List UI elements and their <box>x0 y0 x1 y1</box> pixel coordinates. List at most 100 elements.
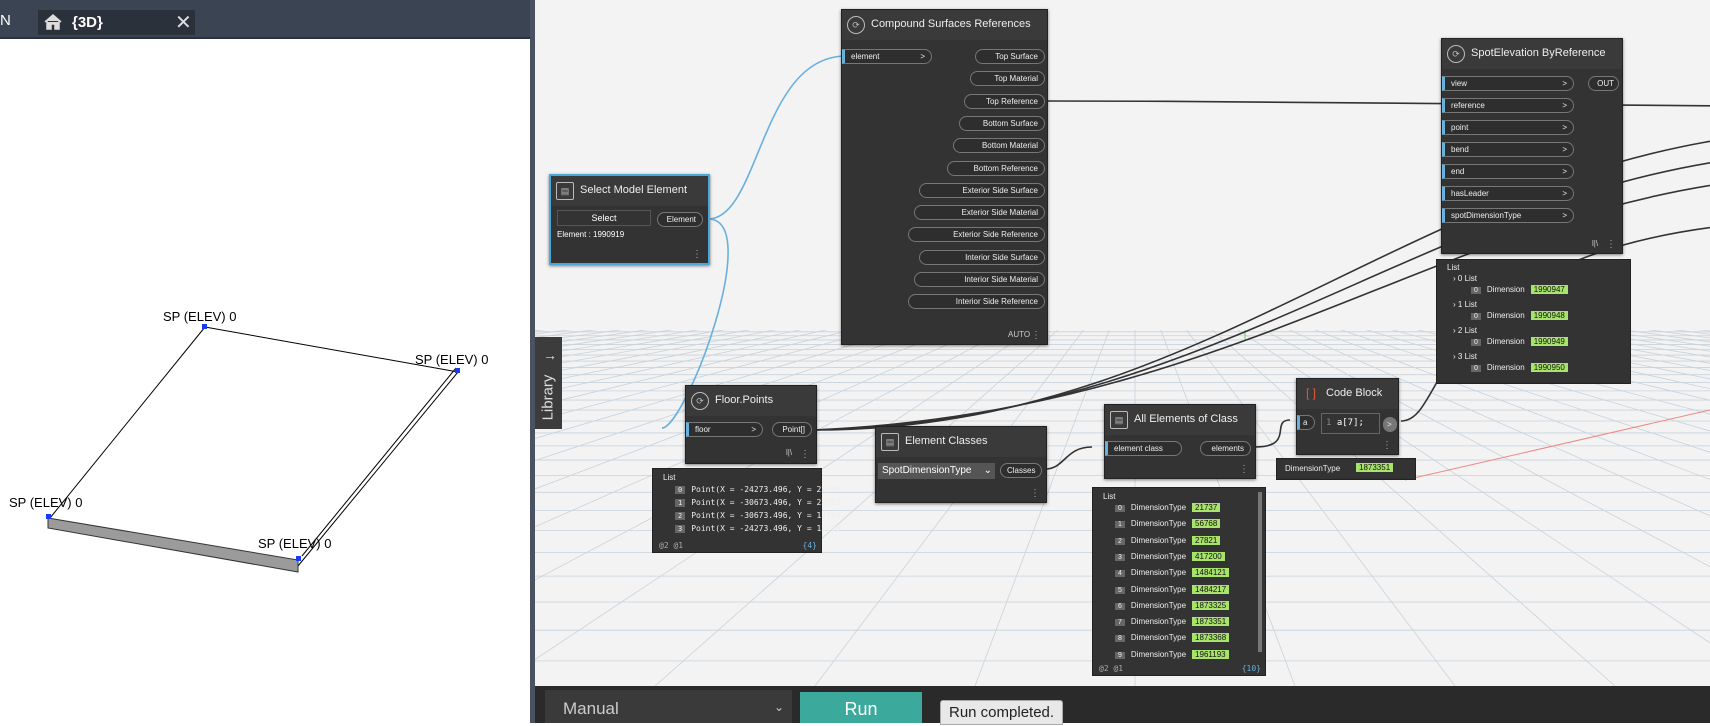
all-elements-preview[interactable]: List 0 DimensionType 21737 1 DimensionType 56… <box>1092 487 1266 676</box>
lacing-label[interactable]: l|\ <box>786 448 792 457</box>
floor-points-preview[interactable]: List 0 Point(X = -24273.496, Y = 22709 1 Po… <box>652 468 841 553</box>
list-item: 0 Point(X = -24273.496, Y = 22709 <box>675 485 841 494</box>
node-menu-icon[interactable]: ⋮ <box>1606 239 1616 250</box>
node-code-block[interactable]: [ ] Code Block a 1 a[7]; > ⋮ <box>1296 378 1399 455</box>
dropdown-value: SpotDimensionType <box>882 465 972 476</box>
run-mode-dropdown[interactable]: Manual ⌄ <box>545 690 792 723</box>
node-menu-icon[interactable]: ⋮ <box>1031 330 1041 341</box>
list-group-header[interactable]: › 0 List <box>1453 274 1477 283</box>
port-label: floor <box>695 425 711 434</box>
input-port-end[interactable]: end > <box>1442 164 1574 179</box>
node-header[interactable]: ▤ All Elements of Class <box>1105 405 1255 435</box>
preview-scrollbar[interactable] <box>1258 492 1262 652</box>
node-menu-icon[interactable]: ⋮ <box>692 249 702 260</box>
dynamo-canvas[interactable]: ⟳ Compound Surfaces References element > … <box>535 0 1710 686</box>
node-floor-points[interactable]: ⟳ Floor.Points floor > Point[] l|\ ⋮ <box>685 385 817 464</box>
list-type: DimensionType <box>1130 503 1187 512</box>
port-label: end <box>1451 167 1465 176</box>
chevron-down-icon: ⌄ <box>983 465 992 476</box>
node-menu-icon[interactable]: ⋮ <box>1239 464 1249 475</box>
node-header[interactable]: ⟳ Compound Surfaces References <box>842 10 1047 40</box>
input-port-bend[interactable]: bend > <box>1442 142 1574 157</box>
list-node-icon: ▤ <box>881 433 899 451</box>
list-item: 1 DimensionType 56768 <box>1115 519 1221 529</box>
output-port[interactable]: Exterior Side Material <box>913 205 1045 221</box>
output-port[interactable]: Bottom Material <box>953 138 1045 154</box>
code-block-preview[interactable]: DimensionType 1873351 <box>1276 458 1416 480</box>
list-value: 1990950 <box>1530 363 1568 372</box>
list-item: 0 Dimension 1990948 <box>1471 311 1568 320</box>
node-element-classes[interactable]: ▤ Element Classes SpotDimensionType ⌄ Cl… <box>875 426 1047 503</box>
output-port[interactable]: Top Material <box>969 71 1045 87</box>
node-menu-icon[interactable]: ⋮ <box>1030 488 1040 499</box>
input-port-element[interactable]: element > <box>842 49 932 64</box>
select-button[interactable]: Select <box>557 210 651 226</box>
revit-3d-view[interactable]: N {3D} ✕ SP (ELEV) 0 SP (ELEV) 0 SP (ELE… <box>0 0 530 723</box>
list-value: Point(X = -24273.496, Y = 22709 <box>691 485 841 494</box>
output-port[interactable]: Exterior Side Reference <box>908 227 1045 243</box>
list-item: 6 DimensionType 1873325 <box>1115 600 1230 610</box>
node-spot-elevation-by-reference[interactable]: ⟳ SpotElevation ByReference view > referen… <box>1441 38 1623 254</box>
list-index: 3 <box>675 525 686 533</box>
run-button[interactable]: Run <box>800 692 922 723</box>
output-port[interactable]: Interior Side Reference <box>908 294 1045 310</box>
input-port-a[interactable]: a <box>1297 415 1315 430</box>
node-menu-icon[interactable]: ⋮ <box>800 449 810 460</box>
input-port-hasleader[interactable]: hasLeader > <box>1442 186 1574 201</box>
run-status: Run completed. <box>940 700 1064 725</box>
list-type: DimensionType <box>1130 519 1187 529</box>
list-index: 0 <box>1471 313 1481 320</box>
code-block-icon: [ ] <box>1305 386 1316 400</box>
list-value: Point(X = -30673.496, Y = 22709 <box>691 498 841 507</box>
list-group-header[interactable]: › 3 List <box>1453 352 1477 361</box>
node-compound-surfaces-references[interactable]: ⟳ Compound Surfaces References element > … <box>841 9 1048 345</box>
list-value: 27821 <box>1192 535 1221 545</box>
spot-elevation-preview[interactable]: List › 0 List 0 Dimension 1990947 › 1 List 0 D… <box>1436 259 1631 384</box>
input-port-view[interactable]: view > <box>1442 76 1574 91</box>
list-value: 1990947 <box>1530 285 1568 294</box>
node-header[interactable]: [ ] Code Block <box>1297 379 1398 409</box>
output-port[interactable]: Interior Side Material <box>913 272 1045 287</box>
node-header[interactable]: ▤ Element Classes <box>876 427 1046 457</box>
query-node-icon: ▤ <box>1110 411 1128 429</box>
list-type: DimensionType <box>1130 600 1187 610</box>
node-all-elements-of-class[interactable]: ▤ All Elements of Class element class el… <box>1104 404 1256 479</box>
output-port[interactable]: Bottom Surface <box>958 115 1045 131</box>
code-editor[interactable]: 1 a[7]; <box>1321 413 1380 434</box>
list-type: Dimension <box>1486 285 1525 294</box>
node-menu-icon[interactable]: ⋮ <box>1382 440 1392 451</box>
list-index: 0 <box>1471 365 1481 372</box>
list-type: DimensionType <box>1130 535 1187 545</box>
spot-elevation-label: SP (ELEV) 0 <box>163 309 237 324</box>
node-header[interactable]: ▤ Select Model Element <box>551 176 708 206</box>
list-group-header[interactable]: › 1 List <box>1453 300 1477 309</box>
library-panel-toggle[interactable]: → Library <box>535 337 562 429</box>
lacing-label[interactable]: l|\ <box>1592 239 1598 248</box>
group-index: 3 <box>1457 352 1463 361</box>
output-port[interactable]: Top Surface <box>975 49 1045 64</box>
output-port-element[interactable]: Element <box>657 212 703 227</box>
list-index: 0 <box>1471 287 1481 294</box>
lacing-label[interactable]: AUTO <box>1008 330 1030 339</box>
output-port-classes[interactable]: Classes <box>1000 463 1042 478</box>
output-port-points[interactable]: Point[] <box>772 422 812 437</box>
node-header[interactable]: ⟳ Floor.Points <box>686 386 816 416</box>
output-port-out[interactable]: OUT <box>1588 76 1619 91</box>
node-title: All Elements of Class <box>1134 413 1238 425</box>
input-port-reference[interactable]: reference > <box>1442 98 1574 113</box>
input-port-point[interactable]: point > <box>1442 120 1574 135</box>
input-port-element-class[interactable]: element class <box>1105 441 1182 456</box>
input-port-spotdimensiontype[interactable]: spotDimensionType > <box>1442 208 1574 223</box>
input-port-floor[interactable]: floor > <box>686 422 763 437</box>
output-port[interactable]: Exterior Side Surface <box>919 182 1045 198</box>
list-group-header[interactable]: › 2 List <box>1453 326 1477 335</box>
node-header[interactable]: ⟳ SpotElevation ByReference <box>1442 39 1622 69</box>
output-port-code[interactable]: > <box>1383 417 1397 432</box>
output-port[interactable]: Interior Side Surface <box>919 249 1045 265</box>
output-port[interactable]: Top Reference <box>964 93 1045 109</box>
class-dropdown[interactable]: SpotDimensionType ⌄ <box>878 463 995 479</box>
node-select-model-element[interactable]: ▤ Select Model Element Select Element : … <box>549 174 710 265</box>
output-port[interactable]: Bottom Reference <box>947 160 1045 176</box>
output-port-elements[interactable]: elements <box>1200 441 1251 456</box>
list-item: 3 Point(X = -24273.496, Y = 12109 <box>675 524 841 533</box>
